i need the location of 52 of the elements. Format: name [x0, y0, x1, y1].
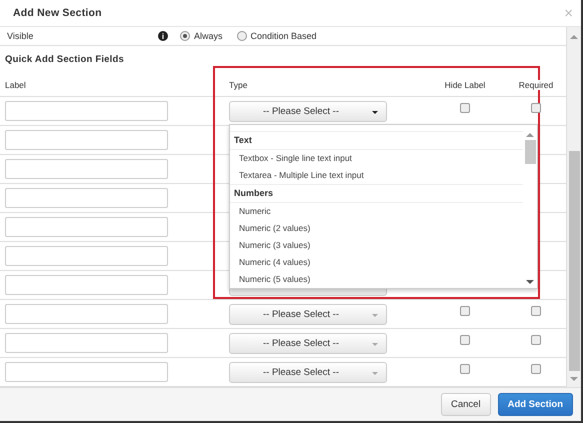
radio-button[interactable] — [236, 31, 247, 41]
option-group-header: Numbers — [230, 184, 523, 202]
dropdown-option[interactable]: Numeric (2 values) — [230, 220, 523, 236]
checkbox[interactable] — [460, 364, 470, 374]
label-input[interactable] — [5, 159, 168, 179]
option-group-header: Text — [230, 130, 523, 150]
checkbox[interactable] — [531, 306, 541, 316]
field-label: Visible — [7, 31, 34, 41]
dropdown-option[interactable]: Textarea - Multiple Line text input — [230, 166, 523, 184]
dropdown-option[interactable]: Numeric (4 values) — [230, 254, 523, 270]
caret-icon — [372, 110, 378, 114]
checkbox[interactable] — [460, 103, 470, 113]
label-input[interactable] — [5, 275, 168, 295]
scrollbar-thumb[interactable] — [524, 140, 536, 164]
dropdown-option[interactable]: Numeric (5 values) — [230, 270, 523, 288]
dialog-button[interactable]: Cancel — [441, 393, 491, 416]
type-select[interactable]: -- Please Select -- — [229, 304, 387, 324]
checkbox[interactable] — [460, 335, 470, 345]
scroll-up-icon[interactable] — [570, 35, 578, 39]
dialog-title: Add New Section — [13, 7, 102, 19]
checkbox[interactable] — [531, 335, 541, 345]
label-input[interactable] — [5, 362, 168, 382]
checkbox[interactable] — [460, 306, 470, 316]
type-select[interactable]: -- Please Select -- — [229, 100, 387, 122]
dropdown-option[interactable]: Numeric (3 values) — [230, 236, 523, 254]
checkbox[interactable] — [531, 103, 541, 113]
label-input[interactable] — [5, 130, 168, 150]
dialog-button[interactable]: Add Section — [498, 393, 573, 416]
scrollbar-thumb[interactable] — [568, 151, 580, 371]
dropdown-option[interactable]: Numeric — [230, 202, 523, 220]
scrollbar[interactable] — [566, 27, 581, 387]
column-header: Label — [5, 80, 27, 90]
scroll-down-icon[interactable] — [526, 280, 534, 284]
column-header: Type — [229, 80, 248, 90]
label-input[interactable] — [5, 188, 168, 208]
caret-icon — [372, 314, 378, 316]
label-input[interactable] — [5, 333, 168, 353]
radio-button[interactable] — [180, 31, 190, 41]
caret-icon — [372, 372, 378, 374]
dropdown-option[interactable]: Textbox - Single line text input — [230, 150, 523, 166]
label-input[interactable] — [5, 217, 168, 237]
info-icon: i — [158, 31, 168, 41]
label-input[interactable] — [5, 246, 168, 266]
caret-icon — [372, 342, 378, 346]
radio-label: Condition Based — [250, 31, 317, 41]
radio-label: Always — [194, 31, 223, 41]
type-select[interactable]: -- Please Select -- — [229, 332, 387, 354]
label-input[interactable] — [5, 101, 168, 121]
checkbox[interactable] — [531, 364, 541, 374]
type-select[interactable]: -- Please Select -- — [229, 362, 387, 382]
label-input[interactable] — [5, 304, 168, 324]
section-title: Quick Add Section Fields — [4, 54, 125, 67]
